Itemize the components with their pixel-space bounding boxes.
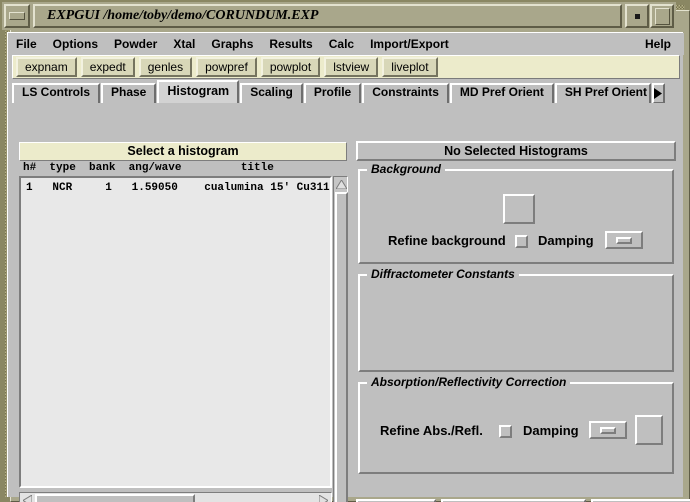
tab-phase[interactable]: Phase [101,83,157,104]
menu-import-export[interactable]: Import/Export [363,35,456,53]
background-group: Background Refine background Damping [358,162,674,264]
menu-options[interactable]: Options [46,35,105,53]
toolbar-button-lstview[interactable]: lstview [324,57,379,77]
histogram-list-vertical-scrollbar[interactable] [333,176,348,502]
absorption-damping-option-menu[interactable] [589,421,627,439]
scroll-right-button[interactable] [317,494,330,502]
menu-xtal[interactable]: Xtal [166,35,202,53]
scroll-up-button[interactable] [335,178,348,191]
absorption-value-box [635,415,663,445]
histogram-list-title: Select a histogram [19,142,347,161]
maximize-button[interactable] [650,4,674,28]
toolbar-button-powplot[interactable]: powplot [260,57,321,77]
toolbar-button-powpref[interactable]: powpref [196,57,257,77]
toolbar-button-genles[interactable]: genles [138,57,193,77]
tab-ls-controls[interactable]: LS Controls [12,83,100,104]
window-menu-icon [9,12,25,20]
refine-absorption-checkbox[interactable] [499,425,512,438]
client-area: File Options Powder Xtal Graphs Results … [7,32,690,502]
histogram-list-column-header: h# type bank ang/wave title [19,161,347,176]
background-group-label: Background [367,162,446,176]
menu-file[interactable]: File [9,35,44,53]
maximize-icon [654,7,670,25]
application-window: EXPGUI /home/toby/demo/CORUNDUM.EXP File… [0,0,690,502]
title-bar: EXPGUI /home/toby/demo/CORUNDUM.EXP [2,2,676,30]
toolbar: expnam expedt genles powpref powplot lst… [12,55,680,79]
absorption-reflectivity-group: Absorption/Reflectivity Correction Refin… [358,375,674,474]
refine-background-checkbox[interactable] [515,235,528,248]
option-menu-indicator-icon [600,426,616,434]
triangle-left-icon [23,495,32,502]
window-menu-button[interactable] [4,4,30,28]
horizontal-scroll-thumb[interactable] [35,494,195,502]
tab-histogram[interactable]: Histogram [157,80,240,104]
refine-absorption-label: Refine Abs./Refl. [380,423,483,438]
histogram-list-horizontal-scrollbar[interactable] [19,492,332,502]
refine-background-label: Refine background [388,233,506,248]
list-item[interactable]: 1 NCR 1 1.59050 cualumina 15' Cu311 Cox … [21,181,330,195]
window-title: EXPGUI /home/toby/demo/CORUNDUM.EXP [47,8,319,23]
tab-profile[interactable]: Profile [303,83,362,104]
background-terms-box [503,194,535,224]
tab-scaling[interactable]: Scaling [240,83,303,104]
tab-md-pref-orient[interactable]: MD Pref Orient [449,83,554,104]
triangle-up-icon [336,180,347,189]
menu-powder[interactable]: Powder [107,35,164,53]
minimize-icon [634,13,640,19]
triangle-right-icon [319,495,328,502]
tab-constraints[interactable]: Constraints [362,83,449,104]
tab-scroll-right-button[interactable] [651,83,665,104]
diffractometer-constants-group: Diffractometer Constants [358,267,674,372]
menu-results[interactable]: Results [262,35,319,53]
toolbar-button-expedt[interactable]: expedt [80,57,135,77]
histogram-listbox[interactable]: 1 NCR 1 1.59050 cualumina 15' Cu311 Cox … [19,176,332,488]
tab-content-histogram: Select a histogram h# type bank ang/wave… [11,103,690,502]
option-menu-indicator-icon [616,236,632,244]
scroll-left-button[interactable] [21,494,34,502]
vertical-scroll-thumb[interactable] [335,192,348,502]
minimize-button[interactable] [625,4,649,28]
menu-graphs[interactable]: Graphs [204,35,260,53]
tab-sh-pref-orient[interactable]: SH Pref Orient [554,83,651,104]
menu-bar: File Options Powder Xtal Graphs Results … [8,33,684,55]
background-damping-label: Damping [538,233,594,248]
window-title-well: EXPGUI /home/toby/demo/CORUNDUM.EXP [33,4,622,28]
background-damping-option-menu[interactable] [605,231,643,249]
absorption-damping-label: Damping [523,423,579,438]
menu-calc[interactable]: Calc [322,35,361,53]
toolbar-button-liveplot[interactable]: liveplot [382,57,438,77]
menu-help[interactable]: Help [638,35,678,53]
chevron-right-icon [654,88,663,99]
diffractometer-constants-group-label: Diffractometer Constants [367,267,519,281]
histogram-settings-panel: No Selected Histograms Background Refine… [356,141,676,493]
tab-strip: LS Controls Phase Histogram Scaling Prof… [12,80,680,104]
toolbar-button-expnam[interactable]: expnam [16,57,77,77]
absorption-reflectivity-group-label: Absorption/Reflectivity Correction [367,375,571,389]
selected-histograms-status: No Selected Histograms [356,141,676,161]
